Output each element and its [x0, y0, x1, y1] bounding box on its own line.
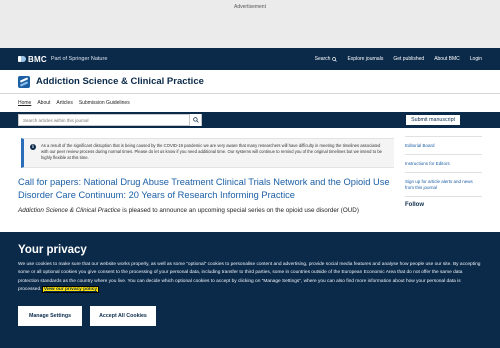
journal-sub-navigation: Home About Articles Submission Guideline… [0, 94, 500, 112]
search-icon [332, 56, 338, 62]
sub-nav-articles[interactable]: Articles [56, 100, 72, 106]
privacy-text: We use cookies to make sure that our web… [18, 261, 484, 294]
part-of-springer-nature[interactable]: Part of Springer Nature [51, 56, 108, 62]
journal-header: Addiction Science & Clinical Practice [0, 70, 500, 94]
covid-notice: i As a result of the significant disrupt… [21, 138, 394, 168]
privacy-buttons: Manage Settings Accept All Cookies [18, 306, 482, 327]
nav-explore-journals[interactable]: Explore journals [347, 56, 383, 62]
nav-get-published[interactable]: Get published [393, 56, 424, 62]
journal-search-bar: Submit manuscript [0, 112, 500, 128]
advertisement-area: Advertisement [0, 0, 500, 48]
page-content: i As a result of the significant disrupt… [0, 128, 500, 214]
article-lead: Addiction Science & Clinical Practice is… [18, 207, 393, 214]
sub-nav-home[interactable]: Home [18, 100, 31, 106]
search-input[interactable] [19, 115, 189, 125]
notice-text: As a result of the significant disruptio… [41, 143, 382, 160]
sidebar-editorial-board[interactable]: Editorial Board [405, 136, 482, 155]
info-icon: i [30, 144, 36, 150]
journal-title[interactable]: Addiction Science & Clinical Practice [36, 76, 204, 87]
article-lead-journal: Addiction Science & Clinical Practice [18, 207, 121, 214]
journal-logo-icon[interactable] [18, 75, 30, 88]
search-icon [192, 117, 199, 123]
brand[interactable]: BMC Part of Springer Nature [18, 55, 107, 64]
search-button[interactable] [189, 114, 201, 126]
cookie-consent-banner: Your privacy We use cookies to make sure… [0, 232, 500, 348]
article-lead-text: is pleased to announce an upcoming speci… [120, 207, 359, 214]
nav-about-bmc[interactable]: About BMC [434, 56, 460, 62]
nav-search-label: Search [314, 56, 331, 62]
top-nav-links: Search Explore journals Get published Ab… [315, 56, 482, 62]
advertisement-label: Advertisement [234, 4, 266, 10]
privacy-policy-link[interactable]: View our privacy policy [41, 285, 100, 293]
privacy-title: Your privacy [18, 244, 87, 256]
bmc-logo[interactable]: BMC [18, 55, 47, 64]
sub-nav-submission-guidelines[interactable]: Submission Guidelines [79, 100, 130, 106]
sidebar-follow-heading: Follow [405, 202, 424, 208]
bmc-logo-icon [18, 55, 26, 63]
bmc-logo-text: BMC [28, 54, 47, 64]
sidebar-instructions-for-editors[interactable]: Instructions for Editors [405, 155, 482, 173]
submit-manuscript-button[interactable]: Submit manuscript [405, 114, 461, 126]
accept-all-cookies-button[interactable]: Accept All Cookies [90, 306, 156, 327]
sidebar-article-alerts[interactable]: Sign up for article alerts and news from… [405, 173, 482, 197]
top-navigation: BMC Part of Springer Nature Search Explo… [0, 48, 500, 70]
sub-nav-about[interactable]: About [37, 100, 50, 106]
nav-login[interactable]: Login [470, 56, 482, 62]
manage-settings-button[interactable]: Manage Settings [18, 306, 82, 327]
main-column: i As a result of the significant disrupt… [18, 128, 394, 214]
search-box [18, 114, 202, 126]
nav-search-link[interactable]: Search [315, 56, 338, 62]
sidebar: Editorial Board Instructions for Editors… [405, 128, 482, 214]
article-title[interactable]: Call for papers: National Drug Abuse Tre… [18, 176, 398, 202]
